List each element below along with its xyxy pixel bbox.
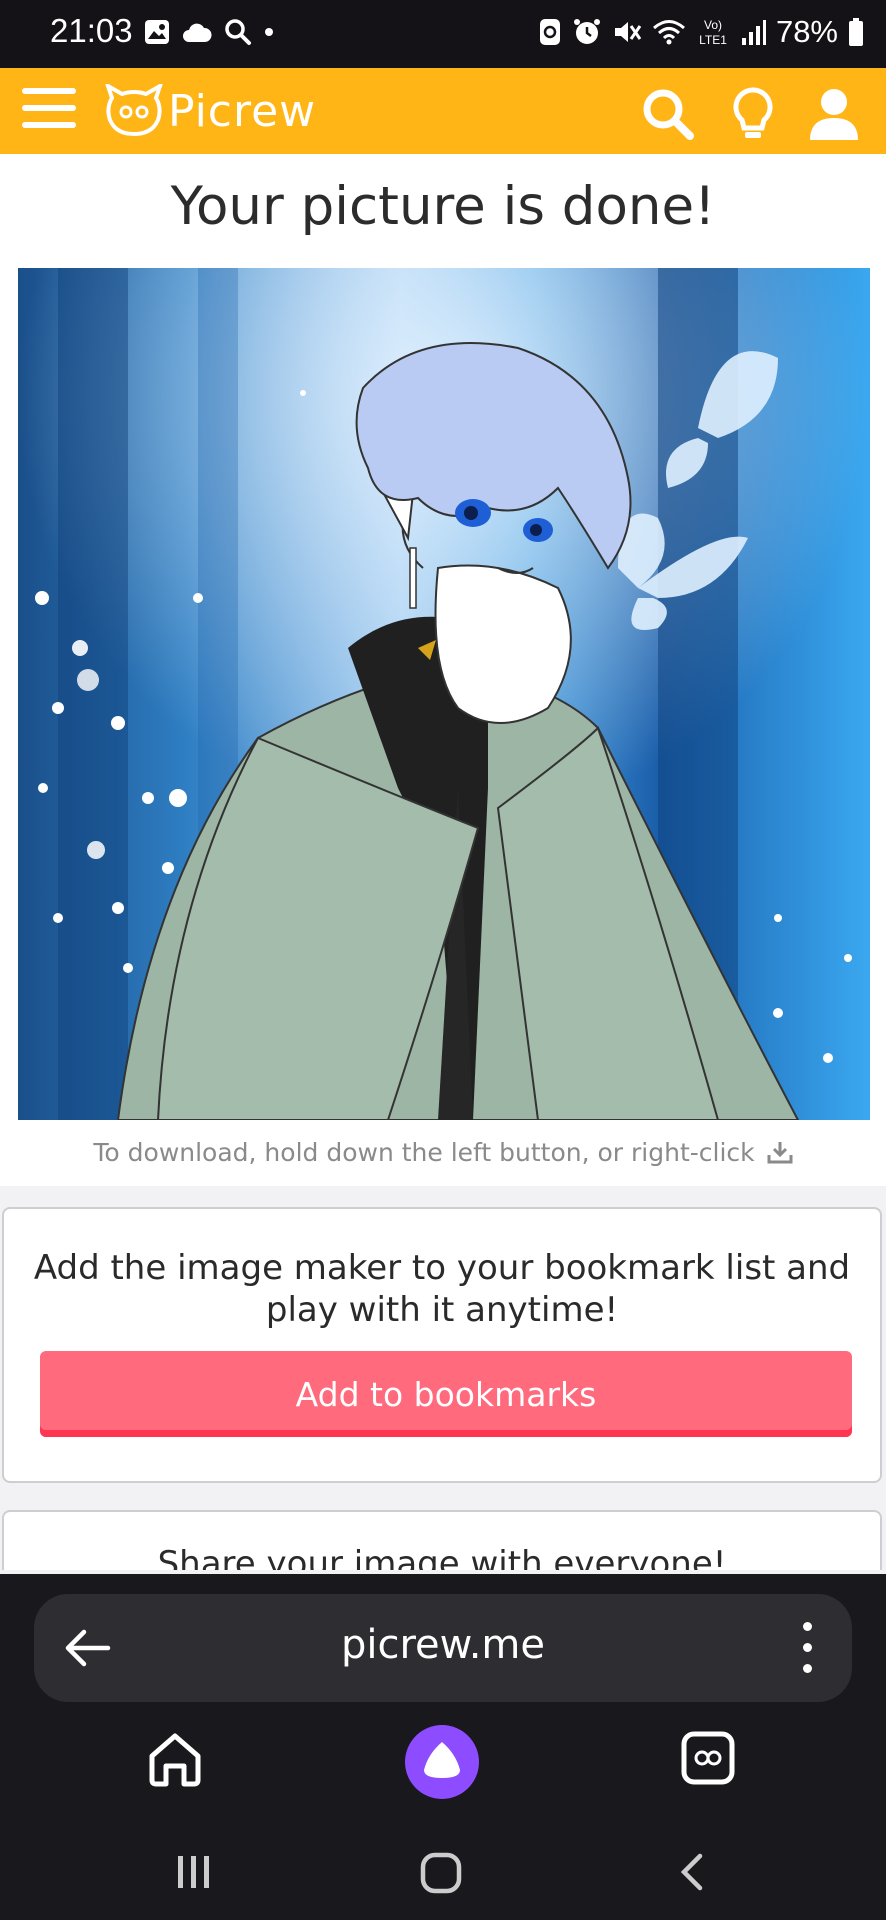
alarm-icon: [573, 19, 600, 44]
share-card: Share your image with everyone!: [2, 1510, 882, 1570]
dot-icon: [265, 28, 273, 36]
generated-picture[interactable]: [18, 268, 870, 1120]
home-icon[interactable]: [146, 1730, 204, 1788]
add-to-bookmarks-button[interactable]: Add to bookmarks: [40, 1351, 852, 1437]
status-right-icons: Vo) LTE1 78%: [538, 14, 864, 50]
volte-icon: Vo)LTE1: [699, 18, 727, 47]
search-icon[interactable]: [640, 86, 696, 142]
wifi-icon: [652, 20, 685, 45]
app-header: Picrew: [0, 68, 886, 154]
svg-text:Vo): Vo): [704, 18, 722, 32]
gallery-icon: [145, 20, 169, 44]
battery-level: 78%: [775, 14, 838, 49]
home-circle-icon[interactable]: [420, 1852, 462, 1894]
bookmark-card: Add the image maker to your bookmark lis…: [2, 1207, 882, 1483]
character-illustration: [18, 268, 870, 1120]
cat-logo-icon: [105, 84, 163, 137]
page-title: Your picture is done!: [170, 176, 716, 237]
more-vert-icon[interactable]: [802, 1622, 812, 1674]
url-text[interactable]: picrew.me: [34, 1622, 852, 1668]
svg-text:LTE1: LTE1: [699, 33, 727, 47]
assistant-icon[interactable]: [404, 1724, 480, 1800]
share-heading: Share your image with everyone!: [157, 1544, 727, 1570]
user-icon[interactable]: [806, 86, 862, 142]
browser-toolbar: picrew.me: [0, 1574, 886, 1824]
search-icon: [225, 19, 251, 45]
logo-text: Picrew: [168, 85, 317, 137]
tabs-icon[interactable]: [680, 1730, 736, 1786]
menu-icon[interactable]: [22, 88, 76, 134]
status-bar: 21:03 Vo) LTE1 78%: [0, 0, 886, 68]
address-bar[interactable]: picrew.me: [34, 1594, 852, 1702]
system-navigation: [0, 1824, 886, 1920]
download-icon: [767, 1142, 793, 1164]
signal-icon: [741, 20, 766, 45]
status-left-icons: [144, 18, 274, 46]
lightbulb-icon[interactable]: [728, 86, 778, 142]
mute-icon: [614, 22, 642, 42]
download-hint-text: To download, hold down the left button, …: [93, 1138, 755, 1167]
battery-icon: [849, 18, 863, 46]
nfc-icon: [539, 19, 560, 45]
cloud-icon: [183, 23, 212, 42]
recents-icon[interactable]: [174, 1852, 214, 1892]
picrew-logo[interactable]: Picrew: [104, 82, 316, 140]
download-hint: To download, hold down the left button, …: [0, 1138, 886, 1167]
back-chevron-icon[interactable]: [676, 1852, 706, 1892]
status-time: 21:03: [50, 12, 133, 49]
result-panel: Your picture is done! To download, hold …: [0, 154, 886, 1186]
bookmark-prompt: Add the image maker to your bookmark lis…: [33, 1248, 851, 1330]
